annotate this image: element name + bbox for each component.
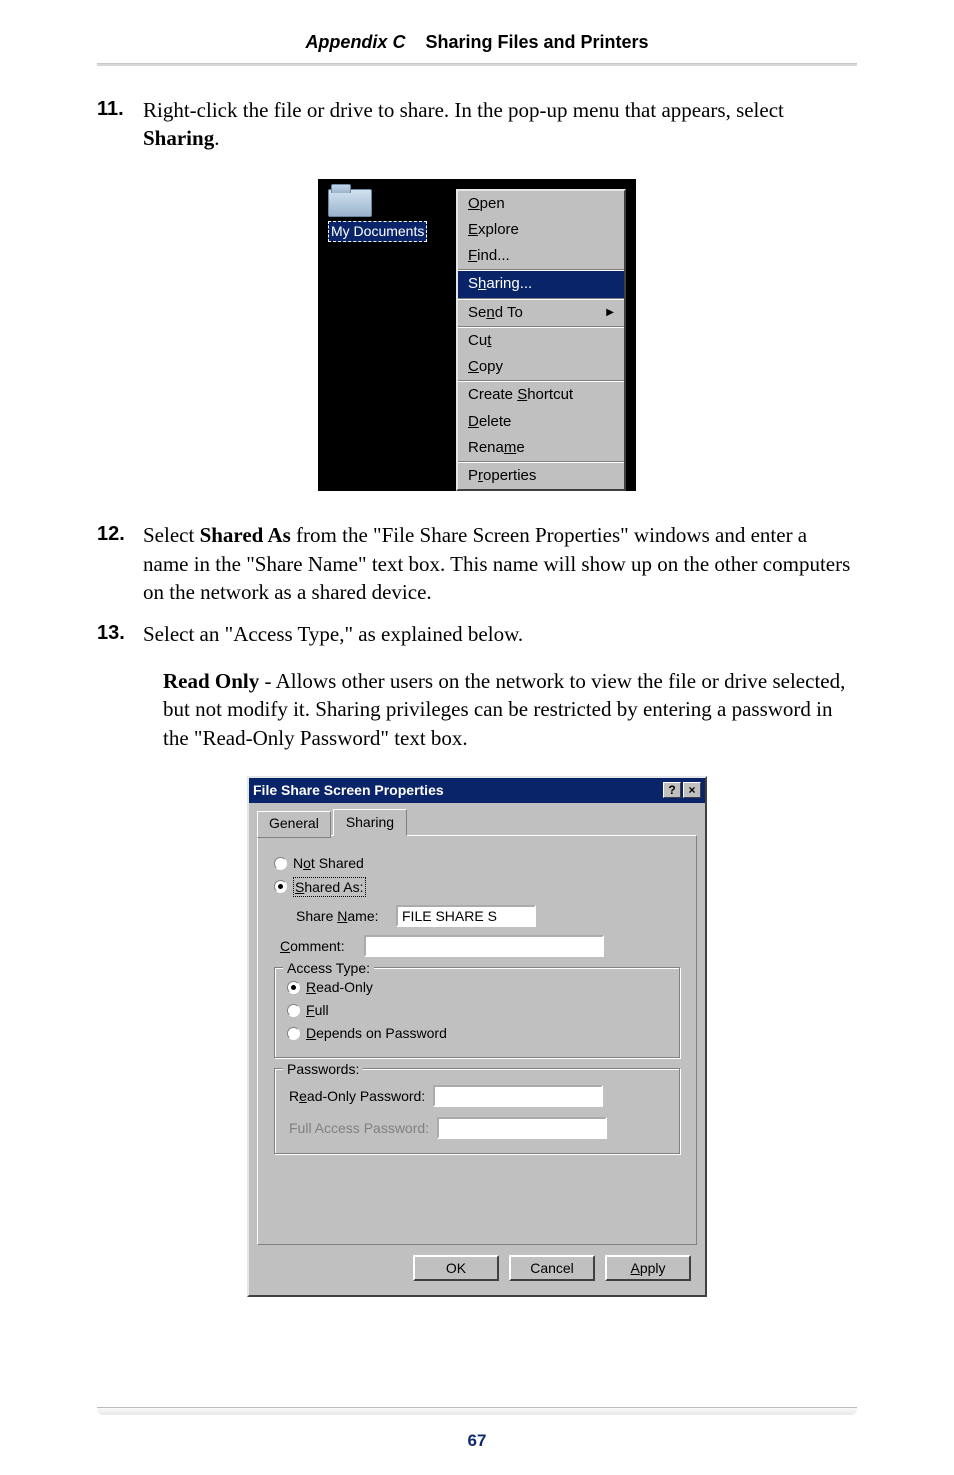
read-only-password-row: Read-Only Password:: [289, 1085, 667, 1107]
appendix-label: Appendix C: [305, 32, 405, 52]
bold-word: Read Only: [163, 669, 259, 693]
step-body: Select Shared As from the "File Share Sc…: [143, 521, 857, 606]
radio-read-only[interactable]: Read-Only: [287, 978, 667, 997]
dialog-tabs: General Sharing: [257, 809, 697, 836]
radio-shared-as[interactable]: Shared As:: [274, 877, 680, 898]
radio-icon: [274, 880, 287, 893]
step-11: 11. Right-click the file or drive to sha…: [97, 96, 857, 153]
tab-sharing[interactable]: Sharing: [333, 809, 407, 836]
menu-item-open[interactable]: Open: [458, 191, 624, 217]
bold-word: Shared As: [200, 523, 291, 547]
full-access-password-input: [437, 1117, 607, 1139]
menu-item-find[interactable]: Find...: [458, 243, 624, 269]
apply-button[interactable]: Apply: [605, 1255, 691, 1281]
close-button[interactable]: ×: [683, 782, 701, 798]
step-body: Right-click the file or drive to share. …: [143, 96, 857, 153]
menu-item-create-shortcut[interactable]: Create Shortcut: [458, 382, 624, 408]
step-13: 13. Select an "Access Type," as explaine…: [97, 620, 857, 648]
ok-button[interactable]: OK: [413, 1255, 499, 1281]
menu-item-delete[interactable]: Delete: [458, 409, 624, 435]
step-body: Select an "Access Type," as explained be…: [143, 620, 857, 648]
dialog-titlebar: File Share Screen Properties ? ×: [249, 778, 705, 803]
tab-general[interactable]: General: [257, 811, 331, 838]
page-content: 11. Right-click the file or drive to sha…: [97, 66, 857, 1297]
desktop-icon-label[interactable]: My Documents: [328, 221, 427, 242]
comment-row: Comment:: [280, 935, 680, 957]
access-type-legend: Access Type:: [283, 959, 374, 978]
dialog-buttons: OK Cancel Apply: [257, 1245, 697, 1285]
footer-rule: [97, 1407, 857, 1415]
radio-not-shared[interactable]: Not Shared: [274, 854, 680, 873]
radio-icon: [287, 1004, 300, 1017]
text: Select an "Access Type," as explained be…: [143, 622, 523, 646]
share-name-label: Share Name:: [296, 907, 386, 926]
dialog-panel: Not Shared Shared As: Share Name: Commen…: [257, 835, 697, 1245]
read-only-password-input[interactable]: [433, 1085, 603, 1107]
cancel-button[interactable]: Cancel: [509, 1255, 595, 1281]
read-only-paragraph: Read Only - Allows other users on the ne…: [163, 667, 857, 752]
radio-icon: [287, 981, 300, 994]
comment-label: Comment:: [280, 937, 354, 956]
menu-item-send-to[interactable]: Send To ▶: [458, 300, 624, 326]
access-type-group: Access Type: Read-Only Full Depends on P…: [274, 967, 680, 1058]
menu-item-sharing[interactable]: Sharing...: [458, 271, 624, 297]
menu-item-rename[interactable]: Rename: [458, 435, 624, 461]
bold-word: Sharing: [143, 126, 214, 150]
submenu-arrow-icon: ▶: [606, 306, 614, 320]
context-menu-figure: My Documents Open Explore Find... Sharin…: [318, 179, 636, 492]
read-only-password-label: Read-Only Password:: [289, 1087, 425, 1106]
context-menu-figure-wrap: My Documents Open Explore Find... Sharin…: [97, 179, 857, 492]
step-12: 12. Select Shared As from the "File Shar…: [97, 521, 857, 606]
step-number: 12.: [97, 521, 143, 606]
full-access-password-row: Full Access Password:: [289, 1117, 667, 1139]
properties-dialog: File Share Screen Properties ? × General…: [247, 776, 707, 1297]
properties-dialog-figure-wrap: File Share Screen Properties ? × General…: [97, 776, 857, 1297]
comment-input[interactable]: [364, 935, 604, 957]
step-number: 11.: [97, 96, 143, 153]
menu-item-explore[interactable]: Explore: [458, 217, 624, 243]
share-name-input[interactable]: [396, 905, 536, 927]
radio-icon: [287, 1027, 300, 1040]
menu-item-properties[interactable]: Properties: [458, 463, 624, 489]
folder-icon: [328, 189, 372, 217]
text: .: [214, 126, 219, 150]
radio-icon: [274, 857, 287, 870]
passwords-legend: Passwords:: [283, 1060, 363, 1079]
text: Right-click the file or drive to share. …: [143, 98, 784, 122]
passwords-group: Passwords: Read-Only Password: Full Acce…: [274, 1068, 680, 1154]
context-menu: Open Explore Find... Sharing... Send To …: [456, 189, 626, 492]
share-name-row: Share Name:: [296, 905, 680, 927]
menu-item-copy[interactable]: Copy: [458, 354, 624, 380]
dialog-title: File Share Screen Properties: [253, 781, 444, 800]
page-header: Appendix C Sharing Files and Printers: [0, 0, 954, 53]
page-number: 67: [0, 1431, 954, 1451]
text: Select: [143, 523, 200, 547]
step-number: 13.: [97, 620, 143, 648]
help-button[interactable]: ?: [663, 782, 681, 798]
header-title: Sharing Files and Printers: [426, 32, 649, 52]
radio-depends-on-password[interactable]: Depends on Password: [287, 1024, 667, 1043]
radio-full[interactable]: Full: [287, 1001, 667, 1020]
full-access-password-label: Full Access Password:: [289, 1119, 429, 1138]
text: - Allows other users on the network to v…: [163, 669, 845, 750]
menu-item-cut[interactable]: Cut: [458, 328, 624, 354]
